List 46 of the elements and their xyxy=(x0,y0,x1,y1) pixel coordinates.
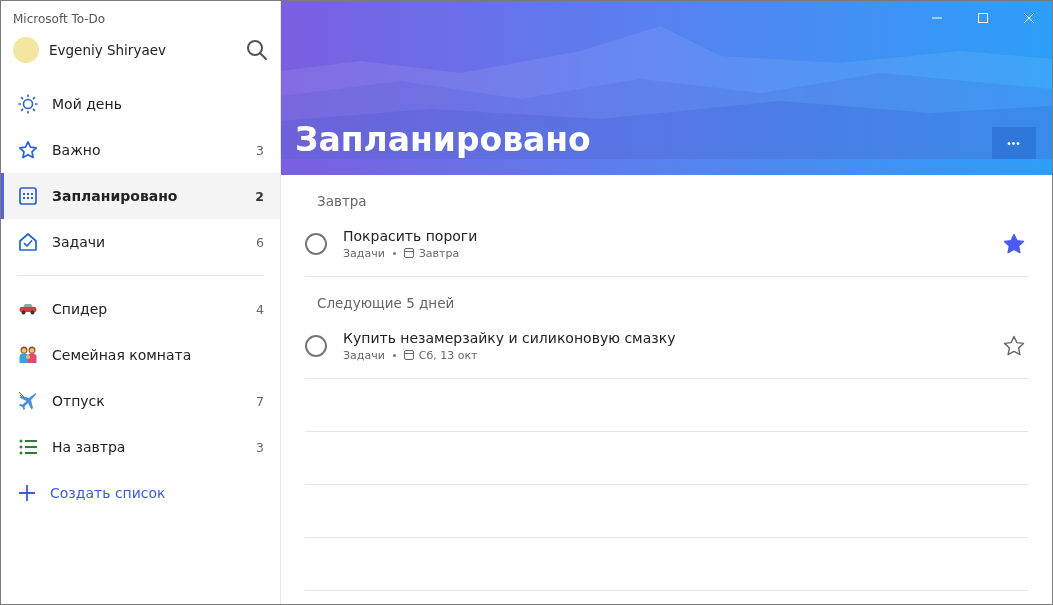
task-count: 3 xyxy=(256,439,264,455)
complete-checkbox[interactable] xyxy=(305,334,327,357)
separator-dot xyxy=(392,353,396,357)
user-name: Evgeniy Shiryaev xyxy=(49,42,167,58)
sidebar-list-item[interactable]: Отпуск 7 xyxy=(1,378,280,424)
importance-star-button[interactable] xyxy=(1002,231,1026,256)
list-icon xyxy=(18,437,38,457)
new-list-button[interactable]: Создать список xyxy=(1,470,280,516)
calendar-icon xyxy=(403,248,414,258)
plus-icon xyxy=(18,484,36,502)
sidebar-list-item[interactable]: На завтра 3 xyxy=(1,424,280,470)
sidebar-list-item[interactable]: Семейная комната xyxy=(1,332,280,378)
list-title: Запланировано xyxy=(295,120,592,159)
due-date: Завтра xyxy=(418,246,460,260)
sidebar-list-item[interactable]: Мой день xyxy=(1,81,280,127)
sidebar-list-item[interactable]: Спидер 4 xyxy=(1,286,280,332)
section-heading: Следующие 5 дней xyxy=(316,294,456,313)
calendar-icon xyxy=(18,186,38,206)
complete-checkbox[interactable] xyxy=(305,232,327,255)
task-title: Купить незамерзайку и силиконовую смазку xyxy=(343,329,677,346)
house-check-icon xyxy=(18,232,38,252)
search-button[interactable] xyxy=(246,39,268,61)
task-title: Покрасить пороги xyxy=(343,227,479,244)
calendar-icon xyxy=(403,350,414,360)
task-count: 6 xyxy=(256,234,264,250)
sidebar-list-item[interactable]: Важно 3 xyxy=(1,127,280,173)
task-list-name: Задачи xyxy=(343,246,385,260)
family-icon xyxy=(18,345,38,365)
app-title: Microsoft To-Do xyxy=(12,11,107,27)
due-date: Сб, 13 окт xyxy=(418,348,478,362)
task-count: 2 xyxy=(255,188,264,204)
airplane-icon xyxy=(18,391,38,411)
sidebar-list-item[interactable]: Запланировано 2 xyxy=(1,173,280,219)
importance-star-button[interactable] xyxy=(1002,333,1026,358)
close-icon xyxy=(1023,12,1035,24)
more-options-button[interactable]: ••• xyxy=(992,127,1036,159)
task-count: 3 xyxy=(256,142,264,158)
task-count: 4 xyxy=(256,301,264,317)
section-heading: Завтра xyxy=(316,192,368,211)
task-list-name: Задачи xyxy=(343,348,385,362)
star-icon xyxy=(18,140,38,160)
separator-dot xyxy=(392,251,396,255)
sun-icon xyxy=(18,94,38,114)
maximize-icon xyxy=(977,12,989,24)
task-count: 7 xyxy=(256,393,264,409)
sidebar-list-item[interactable]: Задачи 6 xyxy=(1,219,280,265)
